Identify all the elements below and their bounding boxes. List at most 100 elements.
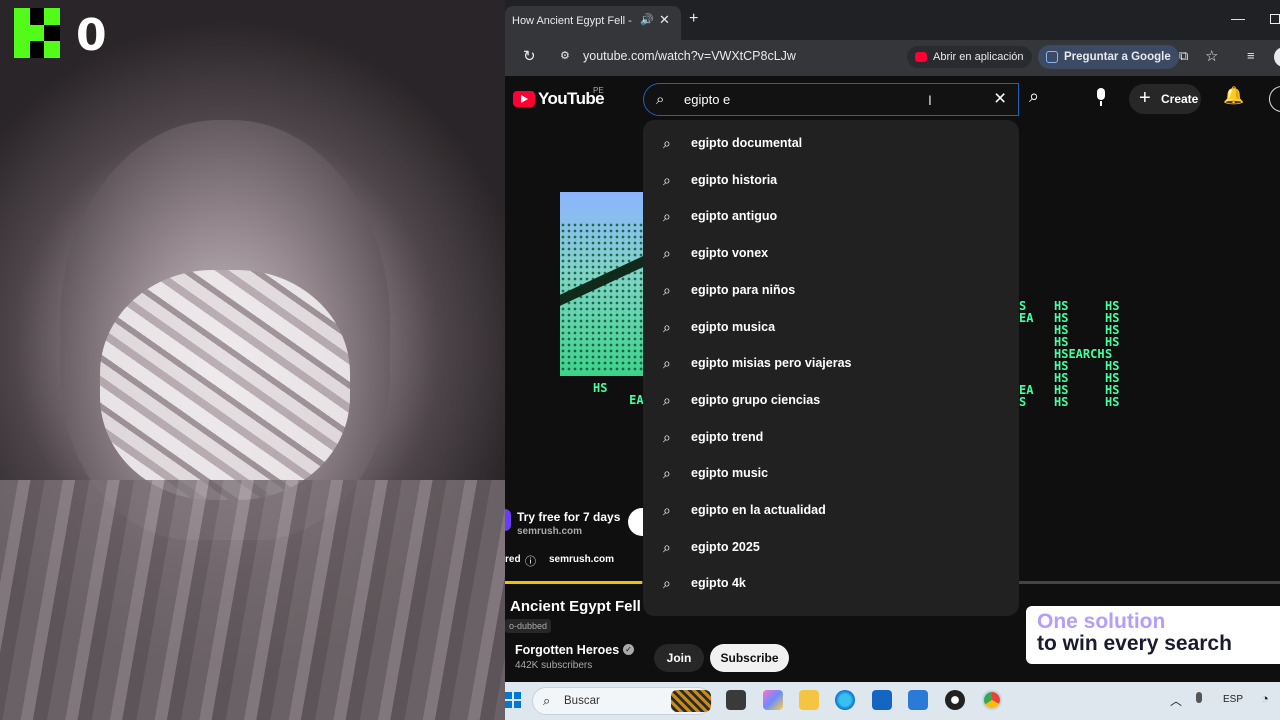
ask-google-label: Preguntar a Google (1064, 51, 1171, 63)
youtube-page: YouTube PE ⌕ I × ⌕ + Create 🔔 HS EARC S … (505, 76, 1280, 682)
open-in-app-label: Abrir en aplicación (933, 51, 1024, 63)
search-suggestion-item[interactable]: ⌕ egipto misias pero viajeras (643, 346, 1019, 382)
join-button[interactable]: Join (654, 644, 704, 672)
search-suggestion-item[interactable]: ⌕ egipto para niños (643, 273, 1019, 309)
subscriber-count: 442K subscribers (515, 660, 593, 671)
clear-search-icon[interactable]: × (994, 87, 1006, 111)
region-code: PE (593, 86, 604, 95)
search-suggestion-item[interactable]: ⌕ egipto historia (643, 163, 1019, 199)
search-icon: ⌕ (663, 428, 671, 445)
info-icon[interactable]: ⓘ (525, 553, 536, 569)
file-explorer-icon[interactable] (799, 690, 819, 710)
search-suggestion-text: egipto music (691, 466, 769, 481)
ad-text-art-right-2: HS HS HS HS HSEARCH HS HS HS HS (1054, 299, 1105, 409)
store-icon[interactable] (872, 690, 892, 710)
windows-start-icon[interactable] (505, 692, 521, 708)
search-icon: ⌕ (543, 693, 551, 708)
search-icon: ⌕ (663, 135, 671, 151)
search-suggestion-text: egipto grupo ciencias (691, 392, 821, 407)
search-suggestion-text: egipto documental (691, 136, 803, 150)
screen: 0 How Ancient Egypt Fell - YouTube 🔊 ✕ +… (0, 0, 1280, 720)
search-suggestion-text: egipto musica (691, 319, 776, 334)
avatar[interactable] (1269, 86, 1280, 112)
search-suggestion-text: egipto trend (691, 429, 764, 444)
ad-cta-title[interactable]: Try free for 7 days (517, 510, 620, 524)
task-view-icon[interactable] (726, 690, 746, 710)
bookmark-star-icon[interactable]: ☆ (1205, 47, 1218, 65)
ask-google-button[interactable]: Preguntar a Google (1038, 45, 1179, 69)
sponsored-label: red (505, 554, 521, 565)
subscribe-button[interactable]: Subscribe (710, 644, 789, 672)
search-icon: ⌕ (663, 208, 671, 225)
create-label: Create (1161, 92, 1199, 106)
site-info-icon[interactable]: ⚙ (560, 49, 574, 63)
search-icon: ⌕ (663, 245, 671, 262)
copilot-icon[interactable] (763, 690, 783, 710)
video-title: Ancient Egypt Fell (510, 598, 641, 615)
ad-artwork (560, 192, 645, 376)
maximize-icon[interactable] (1270, 14, 1280, 24)
ad-banner-headline: One solution (1037, 610, 1166, 633)
browser-window: How Ancient Egypt Fell - YouTube 🔊 ✕ + —… (505, 0, 1280, 682)
search-icon: ⌕ (663, 281, 671, 298)
tab-title: How Ancient Egypt Fell - YouTube (512, 15, 634, 27)
wifi-icon[interactable]: ◔ (1261, 691, 1269, 706)
youtube-logo-icon[interactable] (513, 91, 535, 107)
search-suggestion-text: egipto 2025 (691, 539, 760, 554)
webcam-feed: 0 (0, 0, 505, 720)
address-bar[interactable]: youtube.com/watch?v=VWXtCP8cLJw (583, 49, 796, 63)
lens-icon (1046, 51, 1058, 63)
search-suggestion-text: egipto 4k (691, 576, 746, 591)
search-suggestion-item[interactable]: ⌕ egipto 2025 (643, 530, 1019, 566)
search-icon: ⌕ (656, 91, 665, 108)
ad-cta-domain: semrush.com (517, 526, 583, 537)
minimize-icon[interactable]: — (1231, 10, 1245, 26)
profile-icon[interactable] (1274, 47, 1280, 67)
outlook-icon[interactable] (908, 690, 928, 710)
obs-icon[interactable] (945, 690, 965, 710)
search-button[interactable]: ⌕ (1029, 86, 1039, 107)
search-suggestion-item[interactable]: ⌕ egipto music (643, 456, 1019, 492)
player-progress-fill (505, 581, 643, 584)
search-suggestion-item[interactable]: ⌕ egipto vonex (643, 236, 1019, 272)
search-suggestion-text: egipto historia (691, 172, 778, 187)
plus-icon: + (1139, 87, 1151, 109)
search-suggestion-item[interactable]: ⌕ egipto grupo ciencias (643, 383, 1019, 419)
microphone-icon[interactable] (1094, 88, 1106, 106)
tab-search-icon[interactable]: ≡ (1247, 48, 1255, 63)
new-tab-button[interactable]: + (689, 10, 698, 28)
create-button[interactable]: + Create (1129, 84, 1201, 114)
edge-icon[interactable] (835, 690, 855, 710)
search-icon: ⌕ (663, 538, 671, 555)
search-box[interactable]: ⌕ I × (643, 83, 1019, 116)
sponsored-domain: semrush.com (549, 554, 615, 565)
search-suggestion-item[interactable]: ⌕ egipto documental (643, 126, 1019, 162)
chevron-up-icon[interactable]: ︿ (1170, 692, 1182, 709)
language-indicator[interactable]: ESP (1223, 694, 1243, 705)
dubbed-badge: o-dubbed (505, 619, 552, 633)
search-suggestion-text: egipto para niños (691, 282, 796, 297)
close-icon[interactable]: ✕ (659, 12, 670, 28)
search-suggestion-item[interactable]: ⌕ egipto 4k (643, 566, 1019, 602)
translate-icon[interactable]: ⧉ (1179, 48, 1188, 64)
tab-youtube[interactable]: How Ancient Egypt Fell - YouTube 🔊 ✕ (505, 6, 681, 40)
search-icon: ⌕ (663, 318, 671, 335)
search-suggestion-item[interactable]: ⌕ egipto trend (643, 420, 1019, 456)
taskbar-search[interactable]: ⌕ Buscar (532, 687, 712, 715)
chrome-icon[interactable] (982, 690, 1002, 710)
open-in-app-button[interactable]: Abrir en aplicación (907, 46, 1032, 68)
search-suggestion-item[interactable]: ⌕ egipto en la actualidad (643, 493, 1019, 529)
search-suggestion-item[interactable]: ⌕ egipto musica (643, 310, 1019, 346)
microphone-icon[interactable] (1196, 692, 1202, 703)
ad-text-art-right-3: HS HS HS HS S HS HS HS HS (1105, 299, 1120, 409)
notifications-bell-icon[interactable]: 🔔 (1223, 86, 1244, 106)
search-icon: ⌕ (663, 355, 671, 372)
reload-icon[interactable]: ↻ (523, 47, 536, 65)
search-icon: ⌕ (663, 465, 671, 482)
speaker-icon[interactable]: 🔊 (640, 13, 654, 27)
search-suggestion-item[interactable]: ⌕ egipto antiguo (643, 199, 1019, 235)
search-input[interactable] (684, 92, 984, 107)
search-suggestion-text: egipto vonex (691, 246, 769, 261)
channel-name[interactable]: Forgotten Heroes (515, 643, 619, 657)
side-ad-banner[interactable]: One solution to win every search (1026, 606, 1280, 664)
